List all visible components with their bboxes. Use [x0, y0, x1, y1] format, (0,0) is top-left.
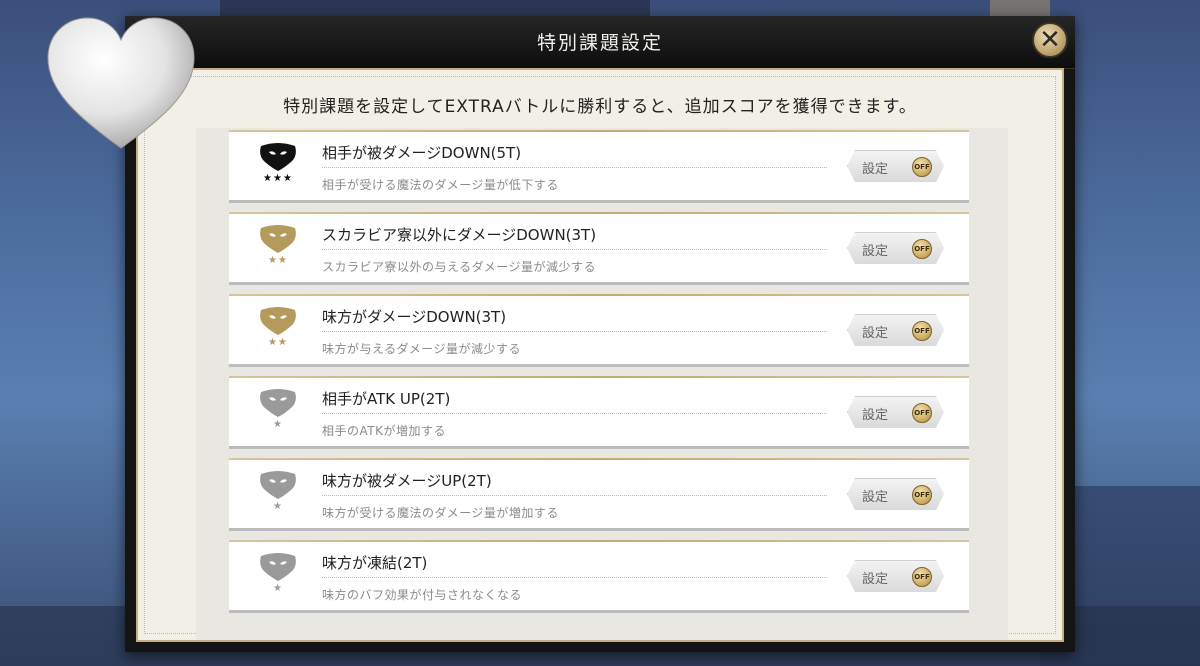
set-button-label: 設定 [862, 408, 889, 423]
mask-icon: ★ [253, 552, 303, 600]
task-title: 味方が凍結(2T) [322, 554, 428, 572]
off-toggle-badge: OFF [912, 485, 932, 505]
task-item: ★ 味方が凍結(2T) 味方のバフ効果が付与されなくなる 設定 OFF [229, 540, 969, 613]
set-button[interactable]: 設定 OFF [847, 560, 944, 592]
set-button[interactable]: 設定 OFF [847, 478, 944, 510]
set-button-label: 設定 [862, 490, 889, 505]
task-item: ★ 味方が被ダメージUP(2T) 味方が受ける魔法のダメージ量が増加する 設定 … [229, 458, 969, 531]
off-toggle-badge: OFF [912, 403, 932, 423]
task-description: 味方のバフ効果が付与されなくなる [322, 588, 523, 602]
task-item: ★ 相手がATK UP(2T) 相手のATKが増加する 設定 OFF [229, 376, 969, 449]
heart-icon [47, 17, 195, 149]
task-separator [322, 495, 827, 496]
mask-shape [260, 389, 296, 417]
settings-panel: 特別課題を設定してEXTRAバトルに勝利すると、追加スコアを獲得できます。 ★★… [136, 68, 1064, 642]
task-title: スカラビア寮以外にダメージDOWN(3T) [322, 226, 597, 244]
set-button[interactable]: 設定 OFF [847, 150, 944, 182]
task-divider [229, 130, 969, 132]
off-toggle-badge: OFF [912, 567, 932, 587]
task-title: 相手がATK UP(2T) [322, 390, 451, 408]
task-description: 味方が与えるダメージ量が減少する [322, 342, 522, 356]
mask-shape [260, 471, 296, 499]
task-description: スカラビア寮以外の与えるダメージ量が減少する [322, 260, 597, 274]
set-button-label: 設定 [862, 244, 889, 259]
task-title: 相手が被ダメージDOWN(5T) [322, 144, 522, 162]
mask-icon: ★★ [253, 224, 303, 272]
off-toggle-badge: OFF [912, 239, 932, 259]
set-button[interactable]: 設定 OFF [847, 314, 944, 346]
task-item: ★★ 味方がダメージDOWN(3T) 味方が与えるダメージ量が減少する 設定 O… [229, 294, 969, 367]
mask-icon: ★★ [253, 306, 303, 354]
task-item: ★★ スカラビア寮以外にダメージDOWN(3T) スカラビア寮以外の与えるダメー… [229, 212, 969, 285]
intro-text: 特別課題を設定してEXTRAバトルに勝利すると、追加スコアを獲得できます。 [283, 97, 917, 117]
task-title: 味方が被ダメージUP(2T) [322, 472, 492, 490]
close-button[interactable]: ✕ [1032, 22, 1068, 58]
special-task-settings-modal: 特別課題設定 ✕ 特別課題を設定してEXTRAバトルに勝利すると、追加スコアを獲… [125, 16, 1075, 652]
task-divider [229, 458, 969, 460]
close-icon: ✕ [1039, 25, 1061, 55]
task-description: 味方が受ける魔法のダメージ量が増加する [322, 506, 559, 520]
rarity-stars: ★★★ [263, 173, 293, 184]
mask-icon: ★ [253, 388, 303, 436]
task-divider [229, 540, 969, 542]
task-title: 味方がダメージDOWN(3T) [322, 308, 507, 326]
mask-shape [260, 143, 296, 171]
off-toggle-badge: OFF [912, 157, 932, 177]
set-button-label: 設定 [862, 162, 889, 177]
task-description: 相手が受ける魔法のダメージ量が低下する [322, 178, 559, 192]
rarity-stars: ★ [273, 501, 283, 512]
task-separator [322, 167, 827, 168]
set-button-label: 設定 [862, 326, 889, 341]
rarity-stars: ★★ [268, 337, 288, 348]
off-toggle-badge: OFF [912, 321, 932, 341]
mask-shape [260, 307, 296, 335]
rarity-stars: ★ [273, 419, 283, 430]
task-description: 相手のATKが増加する [322, 424, 446, 438]
set-button-label: 設定 [862, 572, 889, 587]
rarity-stars: ★★ [268, 255, 288, 266]
modal-header: 特別課題設定 ✕ [125, 16, 1075, 69]
task-item: ★★★ 相手が被ダメージDOWN(5T) 相手が受ける魔法のダメージ量が低下する… [229, 130, 969, 203]
set-button[interactable]: 設定 OFF [847, 396, 944, 428]
mask-icon: ★★★ [253, 142, 303, 190]
task-separator [322, 413, 827, 414]
modal-title: 特別課題設定 [536, 32, 663, 54]
set-button[interactable]: 設定 OFF [847, 232, 944, 264]
task-separator [322, 577, 827, 578]
mask-icon: ★ [253, 470, 303, 518]
task-divider [229, 294, 969, 296]
task-list[interactable]: ★★★ 相手が被ダメージDOWN(5T) 相手が受ける魔法のダメージ量が低下する… [196, 128, 1008, 640]
task-divider [229, 376, 969, 378]
task-separator [322, 331, 827, 332]
mask-shape [260, 553, 296, 581]
mask-shape [260, 225, 296, 253]
task-separator [322, 249, 827, 250]
task-divider [229, 212, 969, 214]
rarity-stars: ★ [273, 583, 283, 594]
